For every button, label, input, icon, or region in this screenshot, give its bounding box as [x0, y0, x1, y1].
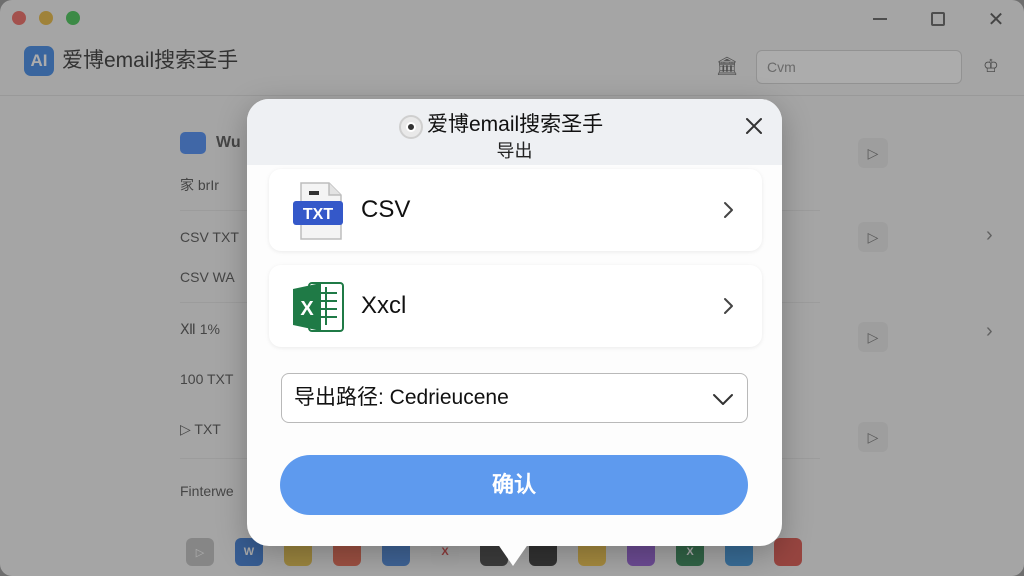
export-path-select[interactable]: 导出路径: Cedrieucene — [281, 373, 748, 423]
dialog-pointer — [495, 540, 531, 566]
close-icon[interactable] — [741, 113, 767, 139]
option-label: CSV — [361, 196, 411, 223]
chevron-right-icon — [717, 199, 739, 221]
confirm-button[interactable]: 确认 — [280, 455, 748, 515]
app-icon — [399, 115, 423, 139]
txt-file-icon: TXT — [291, 181, 347, 241]
export-dialog: 爱博email搜索圣手 导出 TXT CSV X Xxcl 导出路径: Cedr… — [247, 99, 782, 546]
excel-badge-text: X — [300, 298, 314, 320]
option-label: Xxcl — [361, 292, 407, 319]
excel-icon: X — [291, 277, 347, 337]
chevron-down-icon — [710, 388, 736, 410]
export-excel-option[interactable]: X Xxcl — [269, 265, 762, 347]
dialog-header: 爱博email搜索圣手 导出 — [247, 99, 782, 165]
dialog-subtitle: 导出 — [496, 141, 533, 161]
export-path-value: 导出路径: Cedrieucene — [294, 386, 509, 409]
chevron-right-icon — [717, 295, 739, 317]
txt-badge-text: TXT — [303, 206, 333, 223]
export-csv-option[interactable]: TXT CSV — [269, 169, 762, 251]
dialog-title: 爱博email搜索圣手 — [427, 113, 604, 136]
